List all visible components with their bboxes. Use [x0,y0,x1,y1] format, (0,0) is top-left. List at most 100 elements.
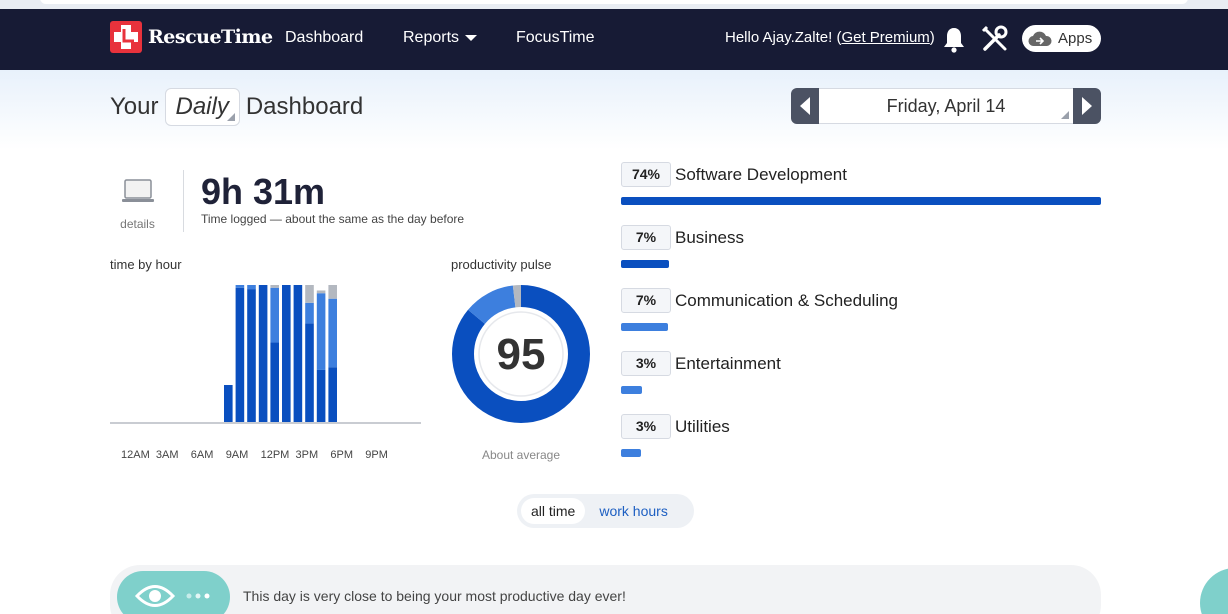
category-bar [621,260,669,268]
hour-bar-segment[interactable] [282,285,291,422]
time-logged-value: 9h 31m [201,171,326,212]
cloud-arrow-icon [1028,31,1052,46]
apps-button[interactable]: Apps [1022,25,1101,52]
category-name[interactable]: Business [675,228,744,248]
tools-icon[interactable] [980,24,1010,54]
period-select[interactable]: Daily [164,88,240,126]
hour-tick-label: 6AM [190,449,214,461]
insight-eye-pill[interactable] [117,571,230,614]
nav-focustime[interactable]: FocusTime [516,29,595,47]
page-title: Your Daily Dashboard [110,88,363,126]
category-percent: 3% [621,351,671,376]
productivity-pulse-donut[interactable]: 95 [452,285,590,423]
prev-day-button[interactable] [791,88,819,124]
category-name[interactable]: Entertainment [675,354,781,374]
current-date: Friday, April 14 [886,95,1006,116]
hour-bar-segment[interactable] [328,298,337,368]
hour-tick-label: 3PM [295,449,319,461]
top-navbar: RescueTime Dashboard Reports FocusTime H… [0,9,1228,70]
hour-bar-segment[interactable] [316,369,326,422]
arrow-right-icon [1082,97,1092,115]
rescuetime-logo-icon [110,21,142,53]
category-row[interactable]: 7% Communication & Scheduling [621,288,898,313]
greeting-close: ) [929,29,935,46]
hour-bar-segment[interactable] [270,342,279,422]
time-logged-caption: Time logged — about the same as the day … [201,212,465,226]
help-bubble[interactable] [1200,568,1228,614]
hour-bar-segment[interactable] [258,285,268,422]
category-bar [621,323,669,331]
brand-name: RescueTime [148,26,273,48]
category-percent: 7% [621,288,671,313]
category-percent: 7% [621,225,671,250]
hour-tick-label: 3AM [155,449,179,461]
category-percent: 74% [621,162,671,187]
pulse-score: 95 [497,330,546,379]
arrow-left-icon [800,97,810,115]
nav-dashboard[interactable]: Dashboard [285,29,363,47]
hour-bar-segment[interactable] [247,285,256,290]
hour-chart-title: time by hour [110,257,182,272]
pulse-title: productivity pulse [451,257,552,272]
date-picker[interactable]: Friday, April 14 [819,88,1073,124]
all-time-option[interactable]: all time [521,498,586,524]
browser-top-strip [0,0,1228,9]
hour-bar-segment[interactable] [305,285,314,303]
get-premium-link[interactable]: Get Premium [841,29,929,46]
hour-bar-segment[interactable] [247,289,256,422]
title-prefix: Your [110,93,159,120]
nav-reports-label: Reports [403,29,460,46]
hour-tick-label: 12AM [121,449,150,461]
category-row[interactable]: 74% Software Development [621,162,847,187]
hour-tick-label: 9PM [365,449,388,461]
laptop-icon [121,179,154,202]
hour-bar-segment[interactable] [328,285,337,299]
hour-bar-segment[interactable] [235,287,245,422]
hour-tick-label: 12PM [260,449,290,461]
hour-bar-segment[interactable] [270,287,279,343]
hour-bar-segment[interactable] [328,367,337,422]
hour-bar-segment[interactable] [305,302,314,324]
category-bar [621,386,643,394]
hour-bar-segment[interactable] [270,285,279,288]
dropdown-corner-icon [1061,111,1069,119]
hour-bar-segment[interactable] [316,290,326,294]
category-row[interactable]: 3% Utilities [621,414,730,439]
bell-icon[interactable] [941,25,967,53]
work-hours-option[interactable]: work hours [589,498,677,524]
category-name[interactable]: Communication & Scheduling [675,291,898,311]
hour-bar-segment[interactable] [224,385,233,422]
details-button[interactable]: details [110,178,165,233]
nav-reports[interactable]: Reports [403,29,478,47]
time-by-hour-chart[interactable] [110,275,421,425]
eye-icon [134,585,210,607]
category-name[interactable]: Utilities [675,417,730,437]
details-label: details [120,217,155,231]
greeting-text: Hello Ajay.Zalte! ( [725,29,842,46]
greeting: Hello Ajay.Zalte! (Get Premium) [725,29,935,46]
category-row[interactable]: 7% Business [621,225,744,250]
brand-logo[interactable]: RescueTime [110,21,273,53]
hour-tick-label: 6PM [330,449,354,461]
next-day-button[interactable] [1073,88,1101,124]
hour-bar-segment[interactable] [305,323,314,422]
dropdown-corner-icon [226,113,235,121]
apps-label: Apps [1058,30,1093,47]
category-name[interactable]: Software Development [675,165,847,185]
category-row[interactable]: 3% Entertainment [621,351,781,376]
pulse-caption: About average [481,448,561,462]
period-value: Daily [175,93,229,120]
category-bar [621,449,642,457]
caret-down-icon [465,34,478,41]
insight-text: This day is very close to being your mos… [243,588,626,604]
hour-bar-segment[interactable] [316,293,326,370]
hour-bar-segment[interactable] [293,285,303,422]
title-suffix: Dashboard [245,93,364,120]
date-navigator: Friday, April 14 [791,88,1101,124]
category-bar [621,197,1101,205]
summary-divider [183,170,184,232]
time-range-toggle: all time work hours [517,494,694,528]
hour-bar-segment[interactable] [235,285,245,288]
hour-tick-label: 9AM [225,449,249,461]
category-percent: 3% [621,414,671,439]
